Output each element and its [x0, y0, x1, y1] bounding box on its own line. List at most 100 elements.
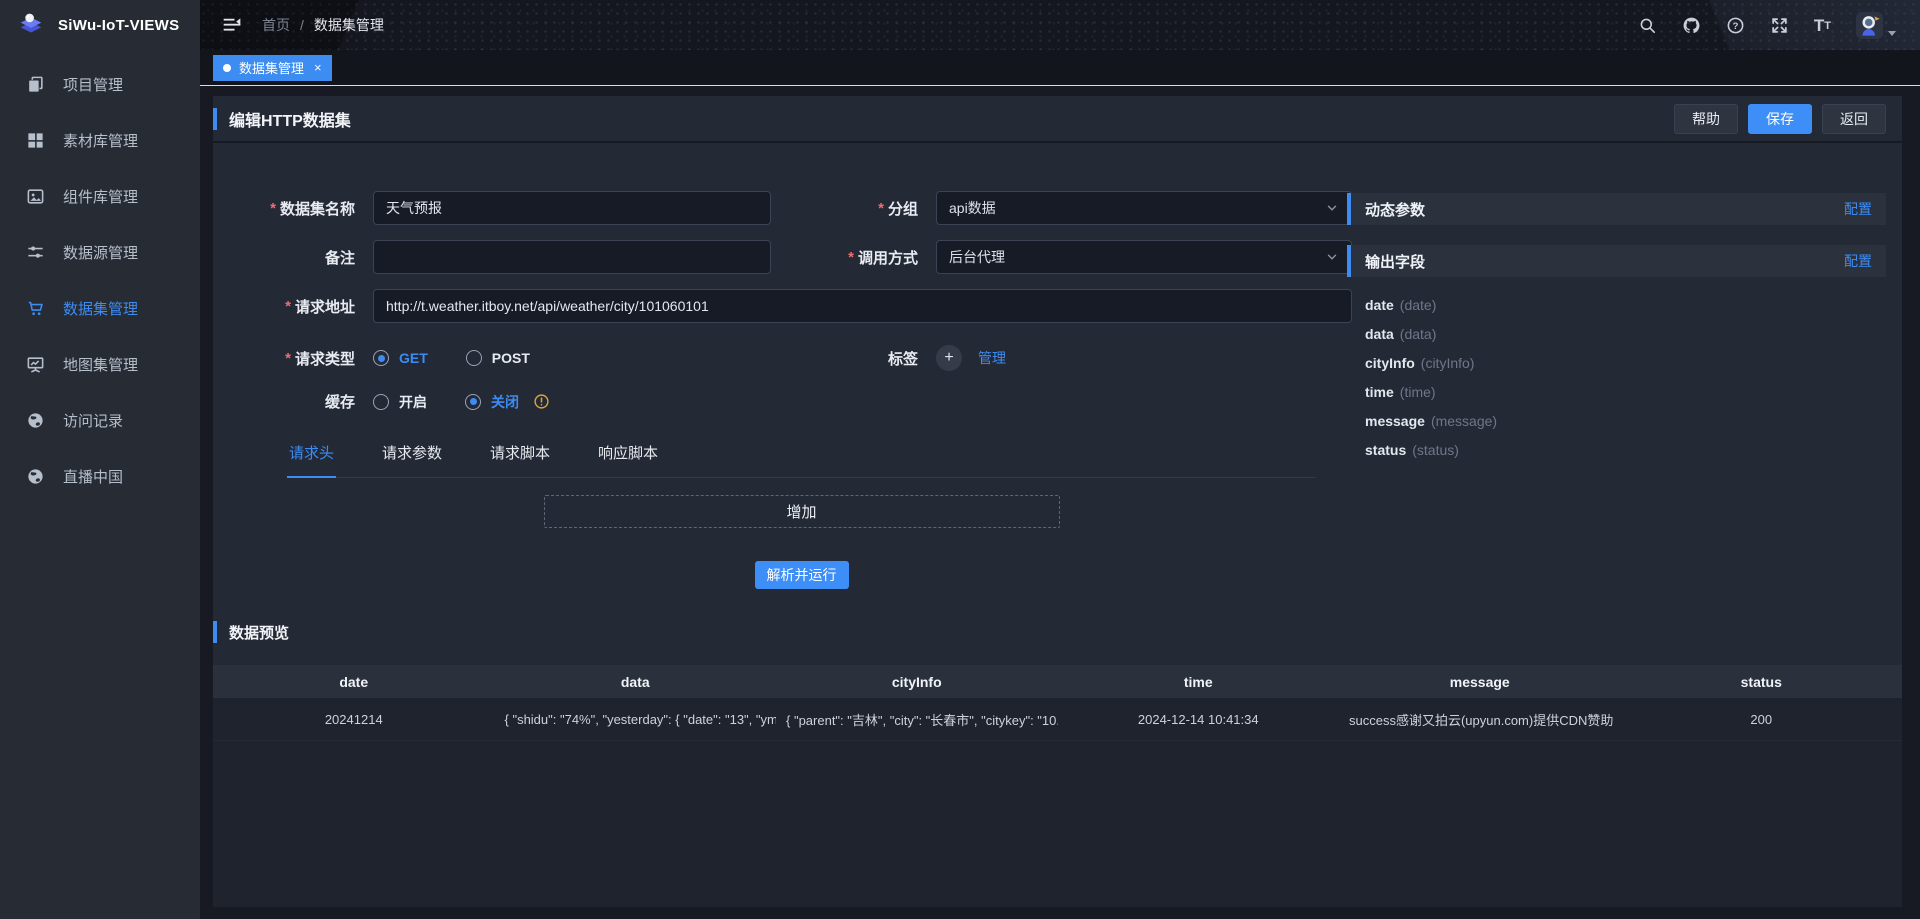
sliders-icon — [26, 243, 45, 262]
tab-request-headers[interactable]: 请求头 — [287, 436, 336, 478]
output-field: data(data) — [1365, 326, 1886, 342]
data-preview-header: 数据预览 — [213, 621, 1902, 643]
cell-time: 2024-12-14 10:41:34 — [1058, 712, 1340, 727]
invoke-mode-select[interactable]: 后台代理 — [936, 240, 1352, 274]
brand-name: SiWu-IoT-VIEWS — [58, 17, 179, 34]
radio-cache-on[interactable]: 开启 — [373, 392, 427, 412]
output-fields-title: 输出字段 — [1365, 251, 1425, 272]
title-accent-bar — [213, 621, 217, 643]
sidebar-item-components[interactable]: 组件库管理 — [0, 168, 200, 224]
request-tabs: 请求头 请求参数 请求脚本 响应脚本 — [287, 436, 1316, 478]
edit-dataset-card: 编辑HTTP数据集 帮助 保存 返回 * 数据集名称 — [213, 96, 1902, 907]
request-type-radios: GET POST — [373, 350, 771, 366]
sidebar-item-access-log[interactable]: 访问记录 — [0, 392, 200, 448]
cache-radios: 开启 关闭 — [373, 392, 771, 412]
top-bar: 首页 / 数据集管理 ? TT — [200, 0, 1920, 50]
close-icon[interactable]: × — [314, 61, 322, 74]
sidebar-item-mapset[interactable]: 地图集管理 — [0, 336, 200, 392]
radio-selected-icon — [465, 394, 481, 410]
dynamic-params-config-link[interactable]: 配置 — [1844, 199, 1872, 219]
tags-controls: + 管理 — [936, 345, 1352, 371]
sidebar-item-label: 数据集管理 — [63, 298, 138, 319]
output-fields-list: date(date) data(data) cityInfo(cityInfo)… — [1347, 297, 1886, 458]
user-menu[interactable] — [1856, 12, 1896, 39]
cart-icon — [26, 299, 45, 318]
table-row: 20241214 { "shidu": "74%", "yesterday": … — [213, 698, 1902, 741]
active-dot-icon — [223, 64, 231, 72]
column-header: time — [1058, 674, 1340, 690]
sidebar-item-label: 项目管理 — [63, 74, 123, 95]
dataset-form: * 数据集名称 * 分组 api数据 — [213, 143, 1316, 621]
manage-tags-link[interactable]: 管理 — [978, 348, 1006, 368]
cache-warning-icon — [533, 393, 550, 410]
required-asterisk: * — [878, 200, 884, 217]
breadcrumb-current: 数据集管理 — [314, 15, 384, 35]
breadcrumb-home[interactable]: 首页 — [262, 15, 290, 35]
breadcrumb: 首页 / 数据集管理 — [262, 15, 384, 35]
tab-request-script[interactable]: 请求脚本 — [488, 436, 552, 477]
sidebar-item-dataset[interactable]: 数据集管理 — [0, 280, 200, 336]
save-button[interactable]: 保存 — [1748, 104, 1812, 134]
radio-get[interactable]: GET — [373, 350, 428, 366]
required-asterisk: * — [270, 200, 276, 217]
search-icon[interactable] — [1638, 16, 1657, 35]
tab-response-script[interactable]: 响应脚本 — [596, 436, 660, 477]
topbar-actions: ? TT — [1638, 12, 1896, 39]
form-row: 备注 * 调用方式 后台代理 — [213, 240, 1316, 274]
data-preview-section: 数据预览 date data cityInfo time message sta… — [213, 621, 1902, 907]
tab-request-params[interactable]: 请求参数 — [380, 436, 444, 477]
sidebar-item-assets[interactable]: 素材库管理 — [0, 112, 200, 168]
tab-dataset-management[interactable]: 数据集管理 × — [213, 55, 332, 81]
cache-label: 缓存 — [213, 391, 355, 412]
back-button[interactable]: 返回 — [1822, 104, 1886, 134]
remark-input[interactable] — [386, 249, 758, 265]
form-row: * 请求地址 — [213, 289, 1316, 323]
sidebar: SiWu-IoT-VIEWS 项目管理 素材库管理 组件库管理 数据源管理 数据… — [0, 0, 200, 919]
app-root: SiWu-IoT-VIEWS 项目管理 素材库管理 组件库管理 数据源管理 数据… — [0, 0, 1920, 919]
output-fields-config-link[interactable]: 配置 — [1844, 251, 1872, 271]
run-row: 解析并运行 — [287, 561, 1316, 589]
help-icon[interactable]: ? — [1726, 16, 1745, 35]
add-tag-button[interactable]: + — [936, 345, 962, 371]
output-field: status(status) — [1365, 442, 1886, 458]
logo-icon — [16, 10, 46, 40]
dynamic-params-header: 动态参数 配置 — [1347, 193, 1886, 225]
cell-status: 200 — [1621, 712, 1903, 727]
remark-field — [373, 240, 771, 274]
github-icon[interactable] — [1682, 16, 1701, 35]
sidebar-item-datasource[interactable]: 数据源管理 — [0, 224, 200, 280]
column-header: date — [213, 674, 495, 690]
request-type-label: * 请求类型 — [213, 348, 355, 369]
globe-icon — [26, 467, 45, 486]
fullscreen-icon[interactable] — [1770, 16, 1789, 35]
font-size-icon[interactable]: TT — [1814, 17, 1831, 34]
dataset-name-input[interactable] — [386, 200, 758, 216]
output-field: message(message) — [1365, 413, 1886, 429]
radio-selected-icon — [373, 350, 389, 366]
chevron-down-icon — [1325, 250, 1339, 264]
sidebar-item-label: 素材库管理 — [63, 130, 138, 151]
column-header: data — [495, 674, 777, 690]
avatar[interactable] — [1856, 12, 1883, 39]
group-selected-value: api数据 — [949, 198, 996, 218]
parse-and-run-button[interactable]: 解析并运行 — [755, 561, 849, 589]
help-button[interactable]: 帮助 — [1674, 104, 1738, 134]
group-select[interactable]: api数据 — [936, 191, 1352, 225]
sidebar-collapse-icon[interactable] — [222, 15, 242, 35]
request-url-label: * 请求地址 — [213, 296, 355, 317]
header-actions: 帮助 保存 返回 — [1674, 104, 1886, 134]
font-size-small: T — [1824, 20, 1831, 33]
sidebar-item-live-china[interactable]: 直播中国 — [0, 448, 200, 504]
radio-post[interactable]: POST — [466, 350, 530, 366]
svg-text:?: ? — [1732, 20, 1738, 31]
add-header-button[interactable]: 增加 — [544, 495, 1060, 528]
preview-table-header: date data cityInfo time message status — [213, 665, 1902, 698]
sidebar-item-project[interactable]: 项目管理 — [0, 56, 200, 112]
table-empty-area — [213, 741, 1902, 907]
radio-cache-off[interactable]: 关闭 — [465, 392, 519, 412]
cell-message: success感谢又拍云(upyun.com)提供CDN赞助 — [1339, 710, 1621, 729]
request-url-input[interactable] — [386, 298, 1339, 314]
group-label: * 分组 — [789, 198, 918, 219]
documents-icon — [26, 75, 45, 94]
add-row: 增加 — [287, 495, 1316, 528]
